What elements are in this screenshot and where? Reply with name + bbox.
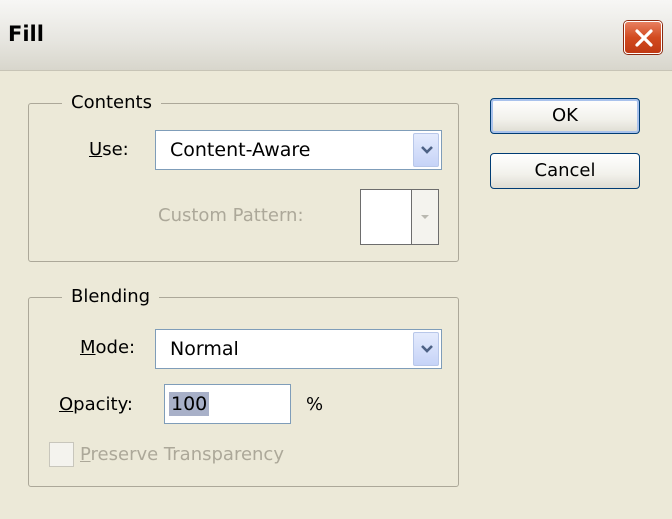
cancel-button[interactable]: Cancel (490, 153, 640, 189)
opacity-input[interactable]: 100 (164, 384, 291, 424)
mode-label: Mode: (80, 337, 136, 358)
contents-group-legend: Contents (62, 92, 161, 114)
chevron-down-icon (421, 345, 433, 353)
mode-select-dropdown-button[interactable] (413, 332, 439, 366)
pattern-dropdown-button (412, 190, 438, 244)
opacity-value: 100 (169, 392, 210, 416)
mode-select[interactable]: Normal (155, 329, 442, 369)
fill-dialog: Fill Contents Use: Content-Aware Custom … (0, 0, 672, 519)
use-select-value: Content-Aware (170, 139, 311, 161)
caret-down-icon (421, 215, 429, 219)
title-bar[interactable]: Fill (0, 0, 672, 71)
mode-select-value: Normal (170, 338, 239, 360)
custom-pattern-label: Custom Pattern: (158, 205, 304, 226)
preserve-transparency-label: Preserve Transparency (80, 444, 284, 465)
custom-pattern-picker (360, 189, 439, 245)
use-select[interactable]: Content-Aware (155, 130, 442, 170)
chevron-down-icon (421, 146, 433, 154)
ok-button[interactable]: OK (490, 98, 640, 134)
close-button[interactable] (624, 21, 662, 54)
use-label: Use: (89, 139, 129, 160)
opacity-label: Opacity: (59, 394, 133, 415)
close-icon (635, 29, 653, 47)
window-title: Fill (8, 22, 44, 46)
opacity-unit: % (306, 394, 324, 415)
preserve-transparency-checkbox[interactable] (49, 442, 74, 467)
blending-group-legend: Blending (62, 286, 160, 308)
use-select-dropdown-button[interactable] (413, 133, 439, 167)
